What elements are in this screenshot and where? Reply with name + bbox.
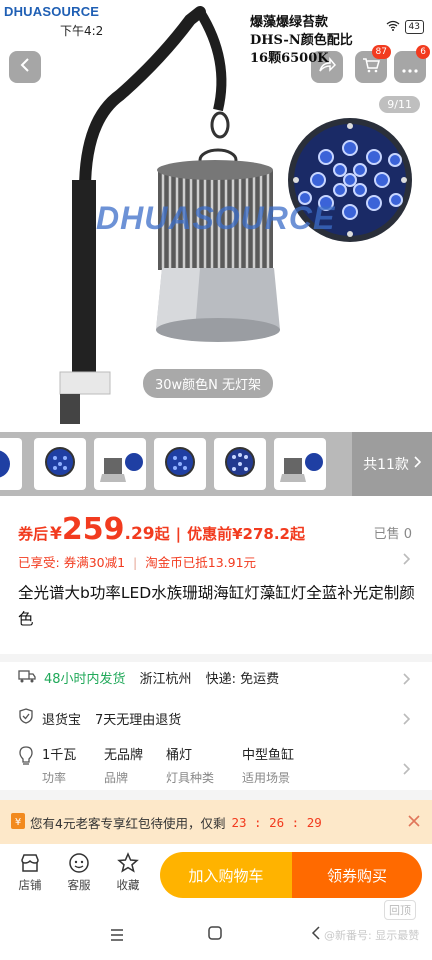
- all-variants-button[interactable]: 共11款: [352, 432, 432, 496]
- image-counter: 9/11: [379, 96, 420, 113]
- price-integer: 259: [61, 512, 125, 547]
- back-nav-icon[interactable]: [311, 925, 321, 944]
- star-icon: [108, 852, 148, 877]
- close-icon[interactable]: [408, 814, 420, 830]
- variant-thumbnail[interactable]: [274, 438, 326, 490]
- coin-deal: 淘金币已抵13.91元: [145, 555, 257, 570]
- coupon-divider: |: [133, 555, 138, 570]
- more-badge: 6: [416, 45, 430, 59]
- red-packet-notice[interactable]: ¥ 您有4元老客专享红包待使用，仅剩 23 : 26 : 29: [0, 800, 432, 844]
- variant-thumbnail[interactable]: [0, 438, 22, 490]
- wifi-icon: [386, 20, 400, 34]
- favorite-button[interactable]: 收藏: [108, 852, 148, 893]
- system-navigation-bar: 回顶 @新番号: 显示最赞: [0, 900, 432, 960]
- variant-thumbnail-strip[interactable]: 共11款: [0, 432, 432, 496]
- price-row: 券后 ¥ 259 .29 起 | 优惠前¥278.2起: [18, 512, 305, 547]
- coupon-price-prefix: 券后: [18, 525, 49, 543]
- watermark-text: @新番号: 显示最赞: [324, 929, 420, 942]
- store-icon: [10, 852, 50, 877]
- notice-countdown: 23 : 26 : 29: [231, 814, 322, 830]
- price-decimal: .29: [124, 524, 155, 544]
- variant-thumbnail[interactable]: [214, 438, 266, 490]
- coupon-row[interactable]: 已享受: 券满30减1 | 淘金币已抵13.91元: [18, 552, 256, 571]
- param-key: 功率: [42, 771, 67, 785]
- shipping-time-tag: 48小时内发货: [44, 672, 126, 687]
- price-section: 券后 ¥ 259 .29 起 | 优惠前¥278.2起 已售 0 已享受: 券满…: [0, 496, 432, 654]
- share-icon: [318, 56, 337, 77]
- brand-logo: DHUASOURCE: [4, 4, 100, 19]
- shipping-express: 快递: 免运费: [205, 672, 280, 687]
- param-value: 中型鱼缸: [242, 748, 295, 763]
- variant-label[interactable]: 30w颜色N 无灯架: [143, 369, 274, 398]
- variant-count-label: 共11款: [363, 457, 409, 473]
- original-price: 优惠前¥278.2起: [187, 525, 305, 543]
- store-button[interactable]: 店铺: [10, 852, 50, 893]
- chevron-right-icon: [402, 670, 411, 689]
- buy-now-button[interactable]: 领券购买: [292, 852, 422, 898]
- notice-text: 您有4元老客专享红包待使用，仅剩: [30, 815, 226, 831]
- more-button[interactable]: 6: [394, 45, 430, 83]
- chevron-right-icon: [402, 710, 411, 729]
- chevron-left-icon: [19, 57, 31, 77]
- store-label: 店铺: [18, 878, 42, 892]
- param-lamp-type: 桶灯 灯具种类: [166, 744, 242, 786]
- variant-thumbnail[interactable]: [154, 438, 206, 490]
- add-to-cart-button[interactable]: 加入购物车: [160, 852, 292, 898]
- param-key: 适用场景: [242, 771, 291, 785]
- back-button[interactable]: [9, 51, 41, 83]
- coupon-deal: 券满30减1: [63, 555, 126, 570]
- shipping-row[interactable]: 48小时内发货 浙江杭州 快递: 免运费: [18, 668, 279, 687]
- menu-icon[interactable]: [110, 926, 124, 945]
- param-key: 灯具种类: [166, 771, 215, 785]
- coupon-icon: ¥: [10, 812, 26, 833]
- service-label: 客服: [67, 878, 91, 892]
- promo-line-1: 爆藻爆绿苔款: [250, 15, 329, 30]
- lightbulb-icon: [18, 746, 34, 786]
- svg-text:¥: ¥: [15, 817, 21, 828]
- product-image-gallery[interactable]: DHUASOURCE 下午4:2 43 爆藻爆绿苔款 DHS-N颜色配比 16颗…: [0, 0, 432, 432]
- cart-icon: [362, 57, 380, 77]
- back-to-top-button[interactable]: 回顶: [384, 900, 416, 920]
- chevron-right-icon: [402, 550, 411, 569]
- param-value: 1千瓦: [42, 748, 77, 763]
- battery-icon: 43: [404, 20, 424, 34]
- cart-badge: 87: [371, 45, 391, 59]
- bottom-action-bar: 店铺 客服 收藏 加入购物车 领券购买: [0, 844, 432, 908]
- param-scenario: 中型鱼缸 适用场景: [242, 744, 322, 786]
- service-button[interactable]: 客服: [59, 852, 99, 893]
- more-icon: [402, 58, 418, 77]
- shield-check-icon: [18, 708, 34, 728]
- param-value: 无品牌: [104, 748, 144, 763]
- status-icons: 43: [386, 20, 424, 34]
- share-button[interactable]: [311, 51, 343, 83]
- cart-button[interactable]: 87: [355, 45, 391, 83]
- promo-line-2: DHS-N颜色配比: [250, 33, 353, 48]
- variant-thumbnail[interactable]: [34, 438, 86, 490]
- chevron-right-icon: [402, 760, 411, 779]
- product-params-row[interactable]: 1千瓦 功率 无品牌 品牌 桶灯 灯具种类 中型鱼缸 适用场景: [18, 744, 322, 786]
- brand-watermark: DHUASOURCE: [96, 200, 336, 236]
- customer-service-icon: [59, 852, 99, 877]
- param-power: 1千瓦 功率: [42, 744, 104, 786]
- param-value: 桶灯: [166, 748, 193, 763]
- sold-count: 已售 0: [373, 527, 412, 542]
- param-key: 品牌: [104, 771, 129, 785]
- price-suffix: 起: [154, 525, 170, 543]
- currency-symbol: ¥: [50, 524, 62, 544]
- returns-tag: 退货宝: [42, 712, 82, 728]
- product-title: 全光谱大b功率LED水族珊瑚海缸灯藻缸灯全蓝补光定制颜色: [18, 584, 415, 628]
- home-icon[interactable]: [208, 925, 222, 944]
- truck-icon: [18, 669, 36, 687]
- chevron-right-icon: [413, 456, 422, 472]
- returns-row[interactable]: 退货宝 7天无理由退货: [18, 708, 181, 728]
- favorite-label: 收藏: [116, 878, 140, 892]
- variant-thumbnail[interactable]: [94, 438, 146, 490]
- param-brand: 无品牌 品牌: [104, 744, 166, 786]
- returns-policy: 7天无理由退货: [95, 712, 182, 728]
- status-time: 下午4:2: [60, 24, 104, 38]
- price-divider: |: [175, 525, 182, 543]
- shipping-origin: 浙江杭州: [139, 672, 192, 687]
- enjoyed-label: 已享受:: [18, 555, 60, 570]
